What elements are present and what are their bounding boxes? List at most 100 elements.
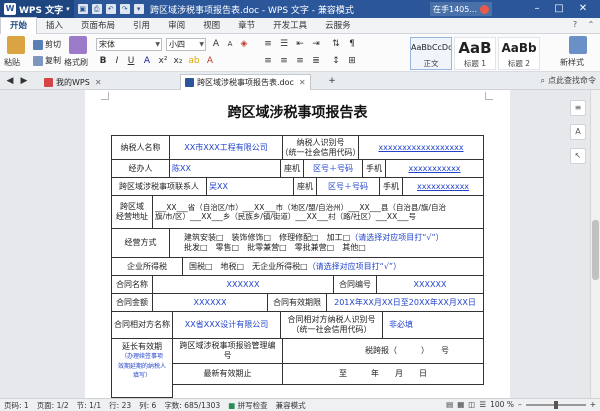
decrease-indent-icon[interactable]: ⇤ xyxy=(294,38,306,50)
save-icon[interactable]: ▣ xyxy=(77,4,88,14)
sort-icon[interactable]: ⇅ xyxy=(330,38,342,50)
font-name-select[interactable]: 宋体 ▼ xyxy=(96,38,162,51)
zoom-in-button[interactable]: + xyxy=(590,400,596,409)
select-icon[interactable]: ↖ xyxy=(570,148,586,164)
style-normal[interactable]: AaBbCcDd 正文 xyxy=(410,37,452,70)
contract-name-value[interactable]: XXXXXX xyxy=(152,275,334,294)
font-color-icon[interactable]: A xyxy=(141,55,153,67)
tab-document[interactable]: 跨区域涉税事项报告表.doc ✕ xyxy=(180,74,311,90)
compat-mode: 兼容模式 xyxy=(275,400,306,410)
contact-mobile-value[interactable]: xxxxxxxxxxx xyxy=(402,177,484,196)
tab-home[interactable]: 开始 xyxy=(0,17,38,34)
page-view-icon[interactable]: ▦ xyxy=(457,400,464,409)
back-icon[interactable]: ◀ xyxy=(4,75,16,87)
maximize-button[interactable]: □ xyxy=(550,0,568,18)
report-id-value[interactable]: 税跨报（ ） 号 xyxy=(282,338,484,364)
tab-sections[interactable]: 章节 xyxy=(229,18,264,34)
close-icon[interactable]: ✕ xyxy=(95,78,102,87)
text-color-icon[interactable]: A xyxy=(204,55,216,67)
shrink-font-icon[interactable]: A xyxy=(224,38,236,50)
underline-icon[interactable]: U xyxy=(125,55,137,67)
tab-my-wps[interactable]: 我的WPS ✕ xyxy=(40,74,106,90)
read-mode-icon[interactable]: ▤ xyxy=(446,400,453,409)
bold-icon[interactable]: B xyxy=(97,55,109,67)
subscript-icon[interactable]: x₂ xyxy=(172,55,184,67)
side-panel-icon[interactable]: ≡ xyxy=(570,100,586,116)
clear-format-icon[interactable]: ◈ xyxy=(238,38,250,50)
latest-deadline-value[interactable]: 至 年 月 日 xyxy=(282,363,484,385)
tab-references[interactable]: 引用 xyxy=(124,18,159,34)
zoom-slider-knob[interactable] xyxy=(553,400,558,409)
tab-page-layout[interactable]: 页面布局 xyxy=(72,18,124,34)
borders-icon[interactable]: ⊞ xyxy=(346,55,358,67)
grow-font-icon[interactable]: A xyxy=(210,38,222,50)
tab-developer[interactable]: 开发工具 xyxy=(264,18,316,34)
align-right-icon[interactable]: ≡ xyxy=(294,55,306,67)
tax-id-value[interactable]: xxxxxxxxxxxxxxxxxx xyxy=(358,135,484,160)
new-tab-button[interactable]: + xyxy=(326,75,338,87)
manager-mobile-value[interactable]: xxxxxxxxxxx xyxy=(385,159,484,178)
show-marks-icon[interactable]: ¶ xyxy=(346,38,358,50)
contract-period-value[interactable]: 201X年XX月XX日至20XX年XX月XX日 xyxy=(326,293,484,312)
close-button[interactable]: ✕ xyxy=(574,0,592,18)
document-page[interactable]: 跨区域涉税事项报告表 纳税人名称 XX市XXX工程有限公司 纳税人识别号 （统一… xyxy=(85,90,510,398)
business-mode-options[interactable]: 建筑安装□ 装饰修饰□ 修理修配□ 加工□（请选择对应项目打“√”） 批发□ 零… xyxy=(169,228,484,258)
style-heading-1[interactable]: AaB 标题 1 xyxy=(454,37,496,70)
counterparty-value[interactable]: XX省XXX设计有限公司 xyxy=(172,311,281,339)
command-search[interactable]: ⌕ 点此查找命令 xyxy=(541,75,596,86)
zoom-out-button[interactable]: – xyxy=(518,400,522,409)
user-account-button[interactable]: 在手1405... xyxy=(430,2,492,16)
superscript-icon[interactable]: x² xyxy=(157,55,169,67)
cut-button[interactable]: 剪切 xyxy=(33,39,61,50)
manager-value[interactable]: 陈XX xyxy=(169,159,281,178)
spell-check-toggle[interactable]: ■ 拼写检查 xyxy=(224,400,271,411)
status-words[interactable]: 字数: 685/1303 xyxy=(160,400,224,411)
outline-view-icon[interactable]: ☰ xyxy=(479,400,486,409)
highlight-icon[interactable]: ab xyxy=(188,55,200,67)
address-value[interactable]: ___XX___省（自治区/市）___XX___市（地区/盟/自治州）___XX… xyxy=(152,195,484,229)
contact-landline-value[interactable]: 区号＋号码 xyxy=(316,177,380,196)
italic-icon[interactable]: I xyxy=(111,55,123,67)
increase-indent-icon[interactable]: ⇥ xyxy=(310,38,322,50)
manager-landline-value[interactable]: 区号＋号码 xyxy=(303,159,363,178)
bullets-icon[interactable]: ≡ xyxy=(262,38,274,50)
style-heading-2[interactable]: AaBb 标题 2 xyxy=(498,37,540,70)
numbering-icon[interactable]: ☰ xyxy=(278,38,290,50)
wps-menu-button[interactable]: W WPS 文字 ▾ xyxy=(0,0,74,18)
forward-icon[interactable]: ▶ xyxy=(18,75,30,87)
new-style-button[interactable] xyxy=(560,36,596,54)
paste-button[interactable] xyxy=(4,36,28,54)
format-painter-button[interactable] xyxy=(66,36,90,54)
taxpayer-name-value[interactable]: XX市XXX工程有限公司 xyxy=(169,135,283,160)
tab-cloud[interactable]: 云服务 xyxy=(316,18,360,34)
web-view-icon[interactable]: ◫ xyxy=(468,400,475,409)
collapse-ribbon-icon[interactable]: ⌃ xyxy=(586,20,596,30)
help-icon[interactable]: ? xyxy=(570,20,580,30)
tab-view[interactable]: 视图 xyxy=(194,18,229,34)
zoom-slider[interactable] xyxy=(525,400,586,409)
tab-insert[interactable]: 插入 xyxy=(37,18,72,34)
contract-amount-value[interactable]: XXXXXX xyxy=(152,293,268,312)
undo-icon[interactable]: ↶ xyxy=(105,4,116,14)
contract-no-value[interactable]: XXXXXX xyxy=(376,275,484,294)
contact-value[interactable]: 吴XX xyxy=(206,177,294,196)
counterparty-id-value[interactable]: 非必填 xyxy=(382,311,484,339)
align-center-icon[interactable]: ≡ xyxy=(278,55,290,67)
tab-review[interactable]: 审阅 xyxy=(159,18,194,34)
style-panel-icon[interactable]: A xyxy=(570,124,586,140)
scrollbar-thumb[interactable] xyxy=(592,220,599,280)
manager-mobile-label: 手机 xyxy=(362,159,386,178)
align-left-icon[interactable]: ≡ xyxy=(262,55,274,67)
minimize-button[interactable]: – xyxy=(528,0,546,18)
zoom-value[interactable]: 100 % xyxy=(490,400,514,409)
customize-icon[interactable]: ▾ xyxy=(133,4,144,14)
font-size-select[interactable]: 小四 ▼ xyxy=(166,38,206,51)
justify-icon[interactable]: ≣ xyxy=(310,55,322,67)
vertical-scrollbar[interactable] xyxy=(590,90,600,398)
close-icon[interactable]: ✕ xyxy=(299,78,306,87)
copy-button[interactable]: 复制 xyxy=(33,55,61,66)
print-icon[interactable]: ⎙ xyxy=(91,4,102,14)
redo-icon[interactable]: ↷ xyxy=(119,4,130,14)
income-tax-options[interactable]: 国税□ 地税□ 无企业所得税□ （请选择对应项目打“√”） xyxy=(182,257,484,276)
line-spacing-icon[interactable]: ↕ xyxy=(330,55,342,67)
